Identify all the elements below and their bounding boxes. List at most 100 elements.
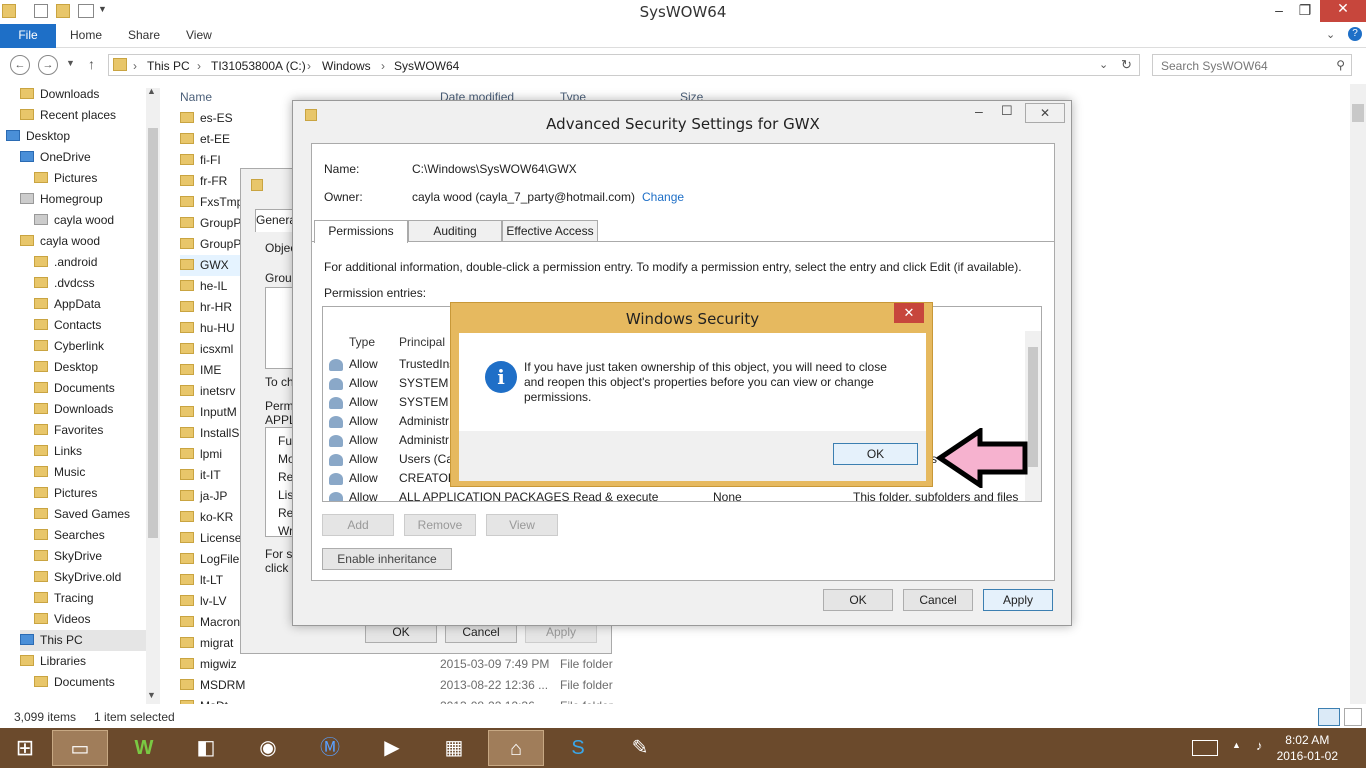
ok-button[interactable]: OK — [823, 589, 893, 611]
app-taskbar-icon[interactable]: Ⓜ — [302, 730, 358, 766]
add-button[interactable]: Add — [322, 514, 394, 536]
nav-item[interactable]: Homegroup — [20, 189, 103, 210]
nav-item[interactable]: Downloads — [34, 399, 113, 420]
nav-item[interactable]: Videos — [34, 609, 90, 630]
tab-general[interactable]: Genera — [255, 209, 296, 232]
column-principal[interactable]: Principal — [399, 335, 445, 349]
nav-item[interactable]: Favorites — [34, 420, 103, 441]
remove-button[interactable]: Remove — [404, 514, 476, 536]
tab-view[interactable]: View — [186, 28, 212, 42]
details-view-icon[interactable] — [1318, 708, 1340, 726]
file-row[interactable]: MsDt — [180, 696, 300, 704]
close-button[interactable]: ✕ — [1320, 0, 1366, 22]
up-icon[interactable]: ↑ — [88, 56, 95, 72]
column-name[interactable]: Name — [180, 90, 212, 104]
nav-item[interactable]: This PC — [20, 630, 160, 651]
breadcrumb-syswow64[interactable]: SysWOW64 — [394, 59, 459, 73]
breadcrumb-windows[interactable]: Windows — [322, 59, 371, 73]
restore-button[interactable]: ❐ — [1290, 2, 1320, 22]
apply-button[interactable]: Apply — [983, 589, 1053, 611]
breadcrumb-separator-icon[interactable]: › — [197, 59, 201, 73]
nav-item[interactable]: Pictures — [34, 168, 97, 189]
nav-item[interactable]: Libraries — [20, 651, 86, 672]
skype-taskbar-icon[interactable]: S — [550, 730, 606, 766]
file-scrollbar[interactable] — [1350, 84, 1366, 704]
nav-item[interactable]: SkyDrive.old — [34, 567, 121, 588]
nav-item[interactable]: Recent places — [20, 105, 116, 126]
maximize-button[interactable]: ☐ — [1001, 103, 1013, 119]
nav-item[interactable]: cayla wood — [20, 231, 100, 252]
cancel-button[interactable]: Cancel — [903, 589, 973, 611]
show-hidden-icons-icon[interactable]: ▲ — [1232, 740, 1241, 750]
scroll-up-icon[interactable]: ▲ — [147, 86, 156, 96]
nav-scrollbar-thumb[interactable] — [148, 128, 158, 538]
nav-item[interactable]: Music — [34, 462, 85, 483]
tab-share[interactable]: Share — [128, 28, 160, 42]
nav-item[interactable]: Documents — [34, 378, 115, 399]
nav-item[interactable]: Documents — [34, 672, 115, 693]
paint-taskbar-icon[interactable]: ✎ — [612, 730, 668, 766]
video-taskbar-icon[interactable]: ▦ — [426, 730, 482, 766]
breadcrumb-this-pc[interactable]: This PC — [147, 59, 190, 73]
enable-inheritance-button[interactable]: Enable inheritance — [322, 548, 452, 570]
nav-item[interactable]: .android — [34, 252, 97, 273]
file-scrollbar-thumb[interactable] — [1352, 104, 1364, 122]
large-icons-view-icon[interactable] — [1344, 708, 1362, 726]
file-row[interactable]: MSDRM — [180, 675, 300, 696]
nav-item[interactable]: Searches — [34, 525, 105, 546]
help-icon[interactable]: ? — [1348, 27, 1362, 41]
tab-auditing[interactable]: Auditing — [408, 220, 502, 242]
view-button[interactable]: View — [486, 514, 558, 536]
nav-item[interactable]: Cyberlink — [34, 336, 104, 357]
nav-item[interactable]: Downloads — [20, 84, 99, 105]
nav-item[interactable]: OneDrive — [20, 147, 91, 168]
volume-icon[interactable]: ♪ — [1256, 738, 1263, 753]
breadcrumb-separator-icon[interactable]: › — [381, 59, 385, 73]
nav-item[interactable]: SkyDrive — [34, 546, 102, 567]
media-taskbar-icon[interactable]: ▶ — [364, 730, 420, 766]
chevron-down-icon[interactable]: ⌄ — [1099, 58, 1108, 71]
ok-button[interactable]: OK — [833, 443, 918, 465]
nav-item[interactable]: .dvdcss — [34, 273, 95, 294]
file-row[interactable]: es-ES — [180, 108, 300, 129]
chrome-taskbar-icon[interactable]: ◉ — [240, 730, 296, 766]
refresh-icon[interactable]: ↻ — [1121, 57, 1132, 73]
file-tab[interactable]: File — [0, 24, 56, 48]
start-button[interactable]: ⊞ — [0, 730, 50, 766]
column-type[interactable]: Type — [349, 335, 375, 349]
breadcrumb-separator-icon[interactable]: › — [133, 59, 137, 73]
search-input[interactable]: Search SysWOW64 ⚲ — [1152, 54, 1352, 76]
file-row[interactable]: et-EE — [180, 129, 300, 150]
keyboard-icon[interactable] — [1192, 740, 1218, 756]
word-perfect-taskbar-icon[interactable]: W — [116, 730, 172, 766]
nav-item[interactable]: AppData — [34, 294, 101, 315]
nav-item[interactable]: Tracing — [34, 588, 94, 609]
breadcrumb-separator-icon[interactable]: › — [307, 59, 311, 73]
nav-item[interactable]: Pictures — [34, 483, 97, 504]
nav-item[interactable]: Contacts — [34, 315, 101, 336]
tab-home[interactable]: Home — [70, 28, 102, 42]
recent-locations-icon[interactable]: ▼ — [66, 58, 75, 68]
address-input[interactable]: › This PC › TI31053800A (C:) › Windows ›… — [108, 54, 1140, 76]
clock[interactable]: 8:02 AM 2016-01-02 — [1277, 732, 1338, 764]
close-button[interactable]: ✕ — [1025, 103, 1065, 123]
file-explorer-taskbar-icon[interactable]: ▭ — [52, 730, 108, 766]
nav-item[interactable]: cayla wood — [34, 210, 114, 231]
minimize-button[interactable]: – — [975, 103, 983, 119]
security-taskbar-icon[interactable]: ⌂ — [488, 730, 544, 766]
scroll-down-icon[interactable]: ▼ — [147, 690, 156, 700]
file-row[interactable]: migwiz — [180, 654, 300, 675]
nav-item[interactable]: Desktop — [6, 126, 70, 147]
back-button[interactable]: ← — [10, 55, 30, 75]
store-taskbar-icon[interactable]: ◧ — [178, 730, 234, 766]
group-list[interactable] — [265, 287, 295, 369]
tab-permissions[interactable]: Permissions — [314, 220, 408, 243]
search-icon[interactable]: ⚲ — [1336, 58, 1345, 72]
nav-item[interactable]: Links — [34, 441, 82, 462]
nav-item[interactable]: Saved Games — [34, 504, 130, 525]
change-owner-link[interactable]: Change — [642, 190, 684, 204]
breadcrumb-drive[interactable]: TI31053800A (C:) — [211, 59, 306, 73]
nav-item[interactable]: Desktop — [34, 357, 98, 378]
expand-ribbon-icon[interactable]: ⌄ — [1326, 28, 1335, 41]
forward-button[interactable]: → — [38, 55, 58, 75]
